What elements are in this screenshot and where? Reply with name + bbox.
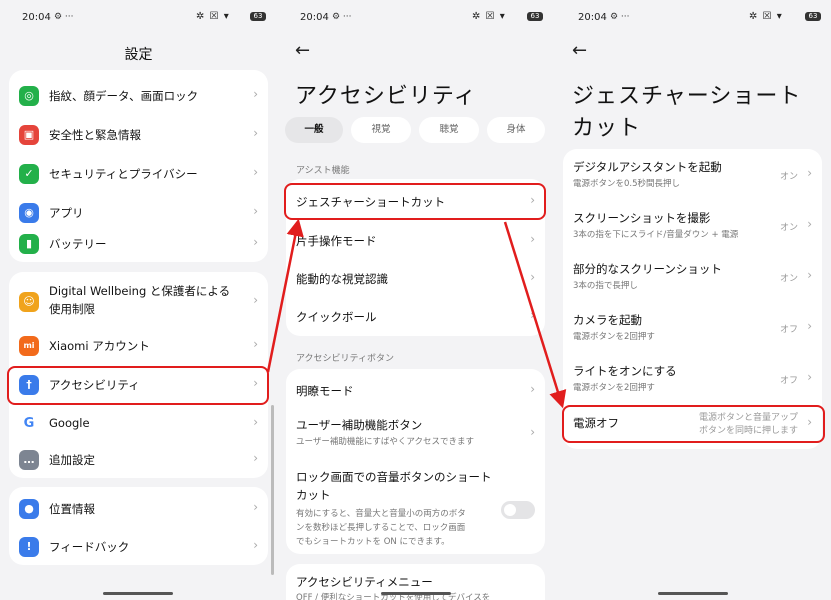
annotation-arrows bbox=[266, 218, 567, 409]
arrow-to-gesture-shortcut bbox=[266, 218, 304, 373]
arrow-to-power-off bbox=[503, 221, 567, 409]
